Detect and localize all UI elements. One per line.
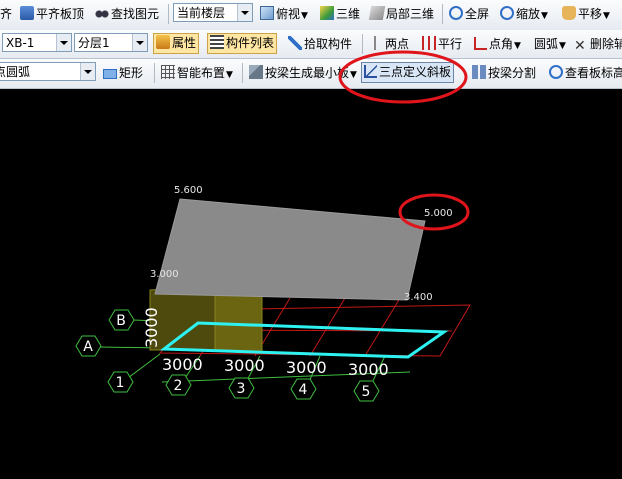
elevation-label-top-right: 5.000 bbox=[424, 208, 453, 219]
axis-label-3: 3 bbox=[237, 381, 246, 397]
span-label-x: 3000 bbox=[162, 355, 203, 374]
sloped-slab bbox=[154, 198, 426, 301]
span-label-x: 3000 bbox=[348, 360, 389, 379]
axis-label-5: 5 bbox=[362, 384, 371, 400]
elevation-label-top-left: 5.600 bbox=[174, 185, 203, 196]
annotation-overlay bbox=[338, 50, 468, 104]
axis-label-a: A bbox=[83, 339, 93, 355]
axis-label-4: 4 bbox=[299, 382, 308, 398]
axis-label-b: B bbox=[116, 313, 126, 329]
elevation-label-low: 3.000 bbox=[150, 269, 179, 280]
elevation-label-right: 3.400 bbox=[404, 292, 433, 303]
axis-label-1: 1 bbox=[116, 375, 125, 391]
span-label-x: 3000 bbox=[224, 356, 265, 375]
annotation-circle-toolbar bbox=[338, 50, 468, 104]
span-label-y: 3000 bbox=[142, 307, 161, 348]
axis-label-2: 2 bbox=[174, 378, 183, 394]
3d-viewport[interactable]: 5.600 5.000 3.000 3.400 3000 3000 3000 3… bbox=[0, 89, 622, 479]
span-label-x: 3000 bbox=[286, 358, 327, 377]
